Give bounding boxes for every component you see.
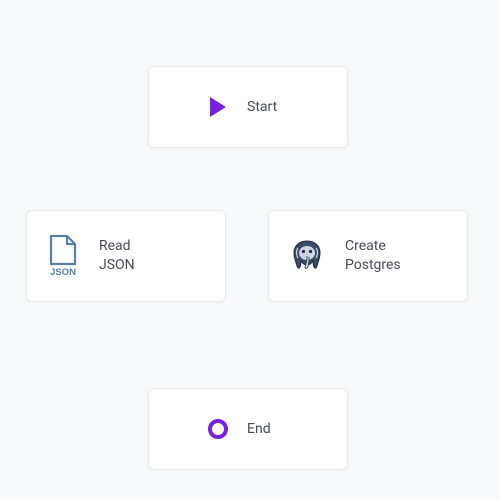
node-start-label: Start	[247, 98, 277, 117]
play-icon	[207, 95, 229, 119]
node-start[interactable]: Start	[148, 66, 348, 148]
node-end[interactable]: End	[148, 388, 348, 470]
end-circle-icon	[207, 418, 229, 440]
node-read-json[interactable]: JSON Read JSON	[26, 210, 226, 302]
node-read-json-label: Read JSON	[99, 237, 135, 275]
node-end-label: End	[247, 420, 271, 439]
json-file-icon: JSON	[45, 234, 81, 278]
postgres-icon	[287, 236, 327, 276]
node-create-postgres[interactable]: Create Postgres	[268, 210, 468, 302]
svg-text:JSON: JSON	[50, 267, 76, 278]
node-create-postgres-label: Create Postgres	[345, 237, 401, 275]
